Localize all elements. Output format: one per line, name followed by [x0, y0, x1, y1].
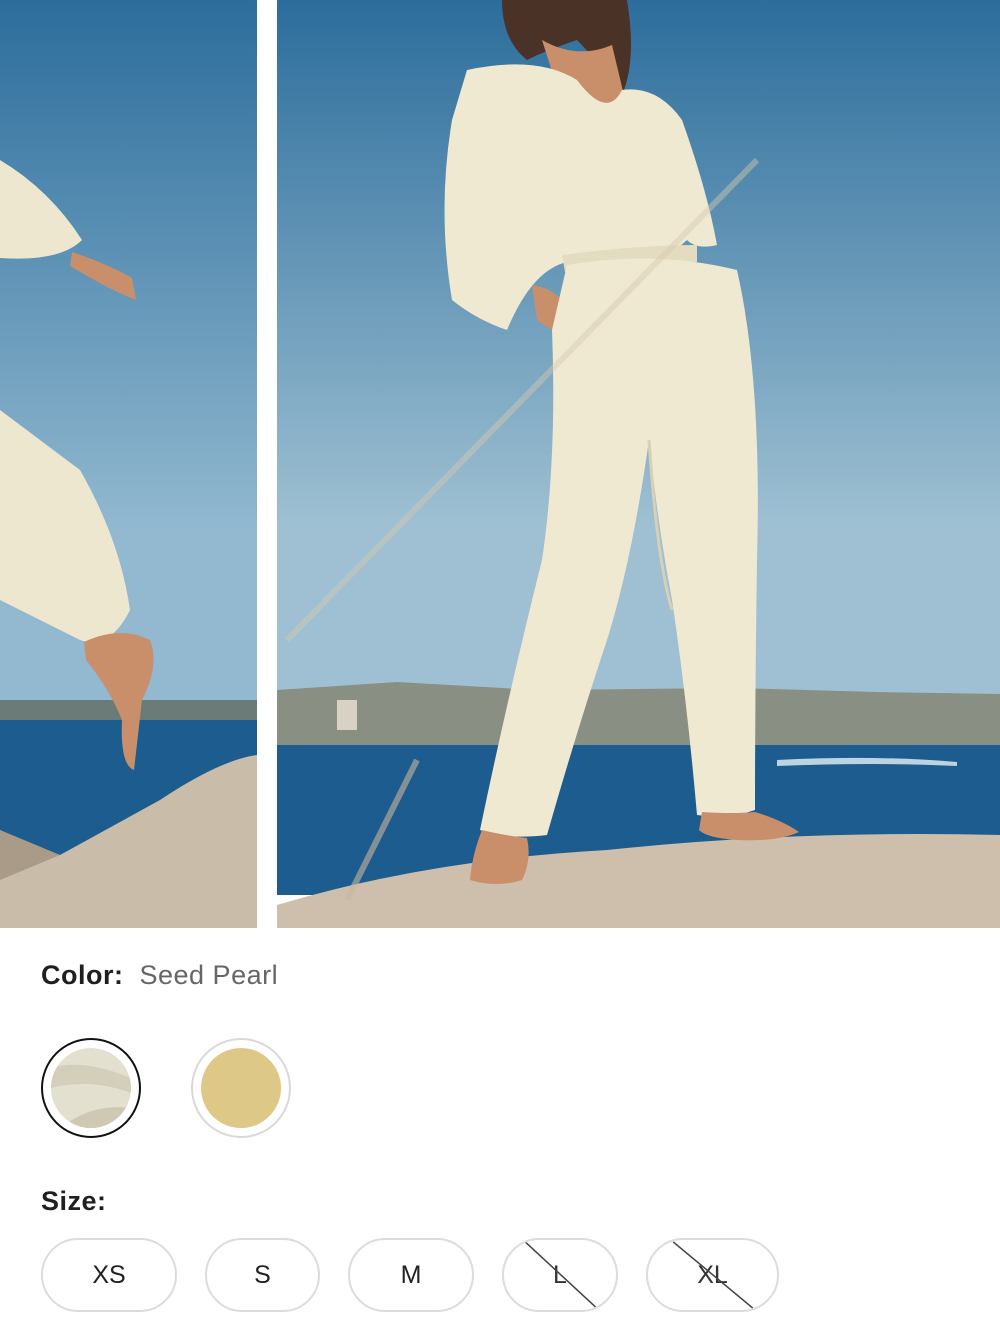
color-label-row: Color: Seed Pearl	[41, 960, 278, 991]
swatch-butter-fill	[201, 1048, 281, 1128]
size-option-xs[interactable]: XS	[41, 1238, 177, 1312]
size-option-label: S	[254, 1260, 271, 1289]
product-photo-jumping-art	[0, 0, 257, 928]
size-option-m[interactable]: M	[348, 1238, 474, 1312]
size-option-label: L	[553, 1260, 567, 1289]
product-photo-standing[interactable]	[277, 0, 1000, 928]
size-option-label: XS	[92, 1260, 126, 1289]
size-option-xl-unavailable[interactable]: XL	[646, 1238, 779, 1312]
product-photo-standing-art	[277, 0, 1000, 928]
size-option-s[interactable]: S	[205, 1238, 320, 1312]
size-option-label: XL	[697, 1260, 728, 1289]
product-image-gallery[interactable]	[0, 0, 1000, 928]
size-option-l-unavailable[interactable]: L	[502, 1238, 618, 1312]
size-option-label: M	[400, 1260, 422, 1289]
product-photo-jumping[interactable]	[0, 0, 257, 928]
color-swatch-seed-pearl[interactable]	[41, 1038, 141, 1138]
color-swatch-butter[interactable]	[191, 1038, 291, 1138]
swatch-seed-pearl-fill	[51, 1048, 131, 1128]
color-label: Color:	[41, 960, 124, 990]
size-label: Size:	[41, 1186, 107, 1216]
swatch-seed-pearl-texture	[51, 1048, 131, 1128]
selected-color-name: Seed Pearl	[139, 960, 279, 990]
